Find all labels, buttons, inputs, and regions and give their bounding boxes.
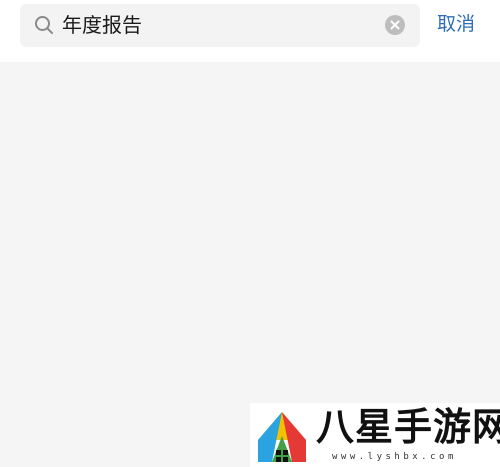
clear-icon	[390, 20, 400, 30]
search-box[interactable]	[20, 4, 420, 47]
watermark-site-name: 八星手游网	[316, 405, 500, 449]
site-watermark: 八星手游网 www.lyshbx.com	[250, 403, 500, 467]
watermark-url: www.lyshbx.com	[332, 452, 457, 462]
search-input[interactable]	[62, 4, 372, 47]
search-header: 取消	[0, 0, 500, 62]
search-icon	[34, 15, 54, 35]
cancel-button[interactable]: 取消	[437, 12, 475, 36]
house-logo-icon	[252, 406, 312, 466]
clear-search-button[interactable]	[385, 15, 405, 35]
